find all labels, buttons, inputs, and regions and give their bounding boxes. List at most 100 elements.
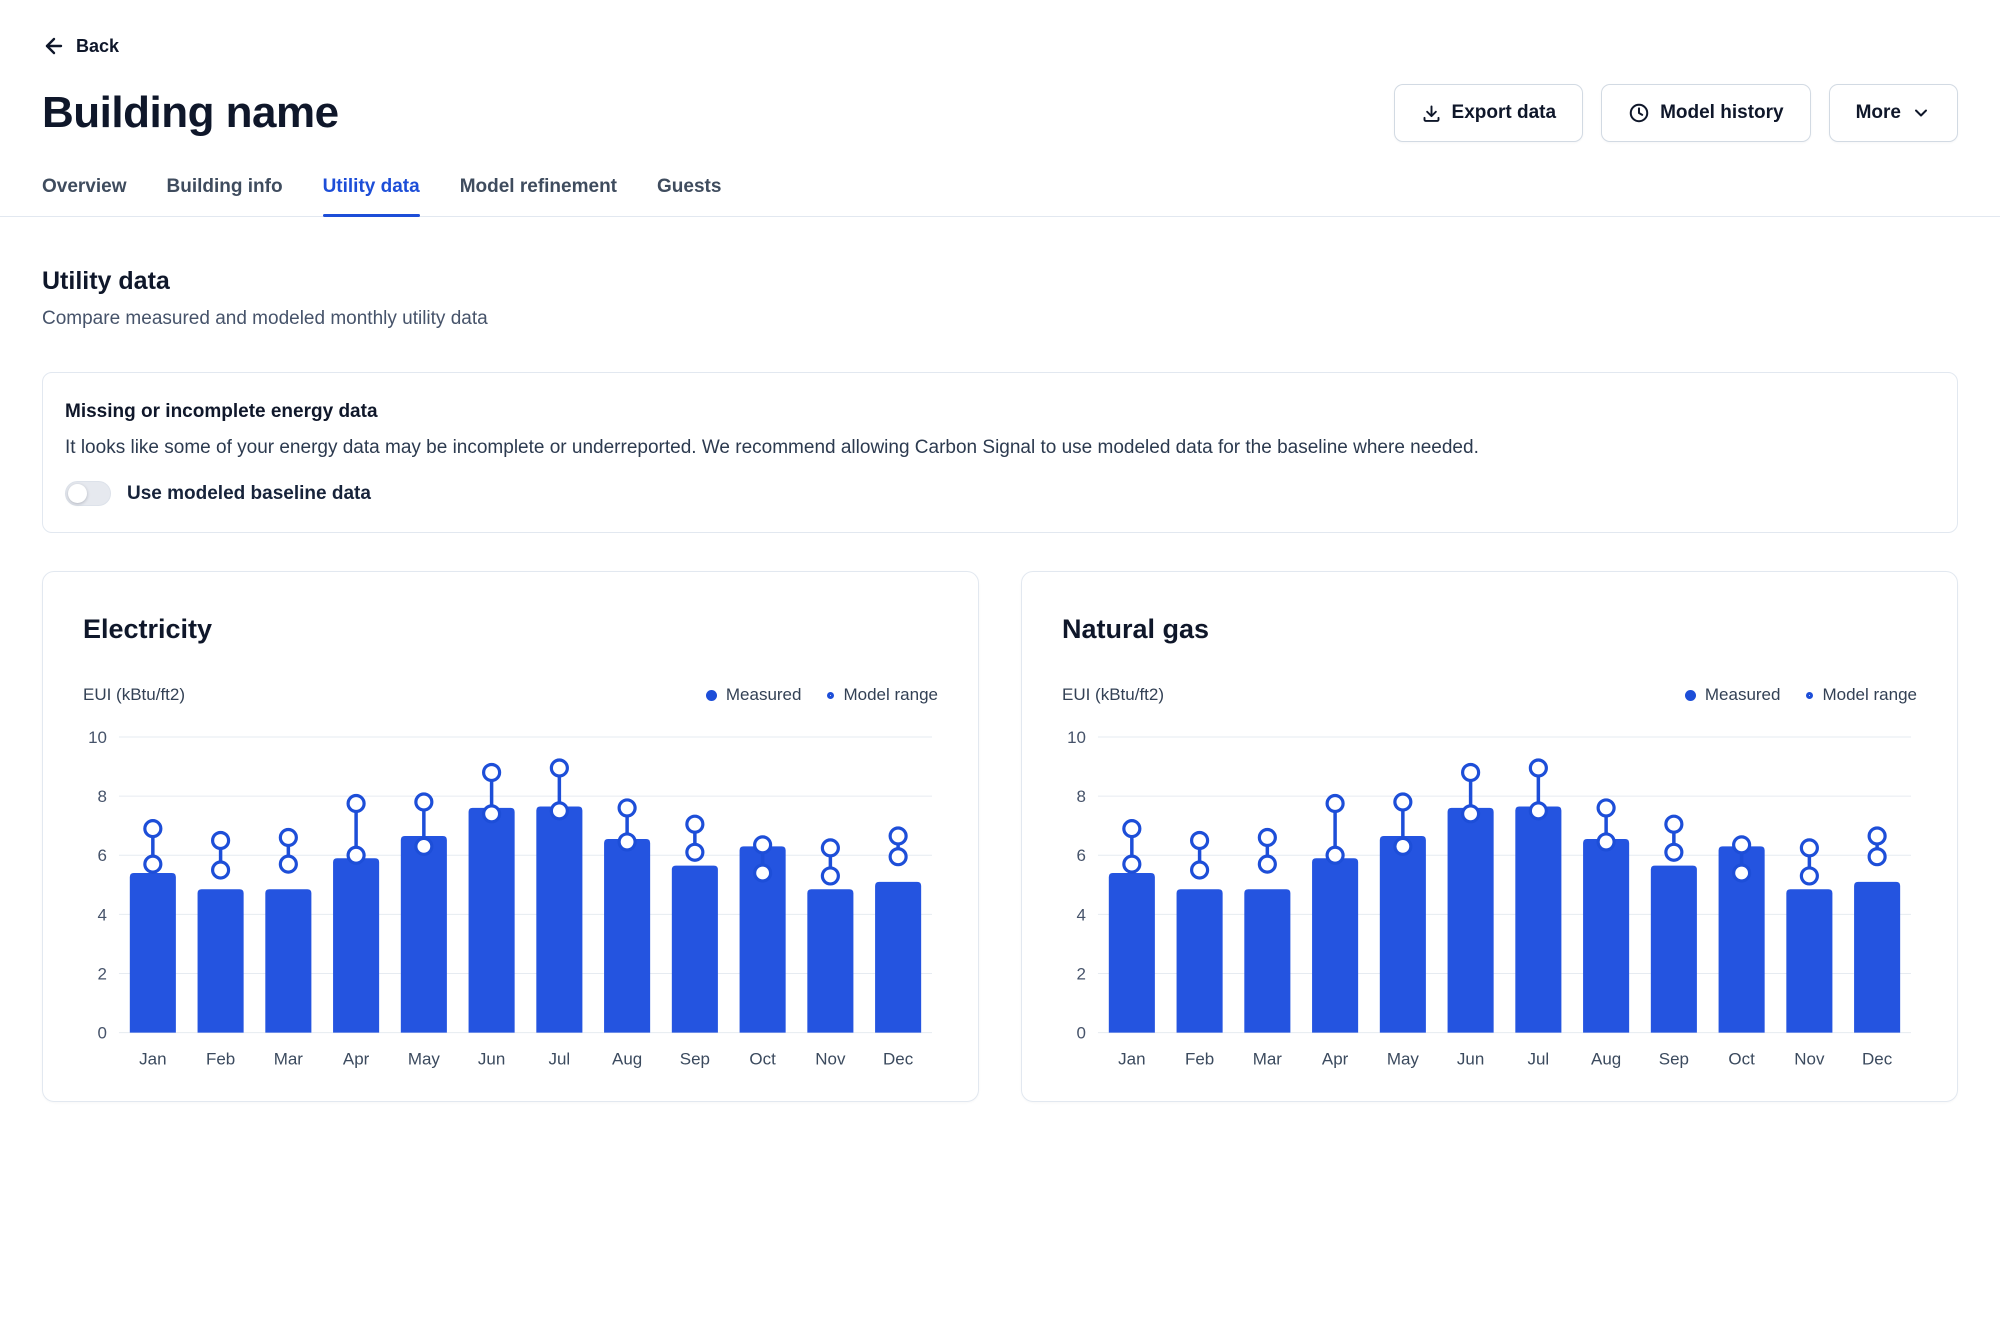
natural-gas-chart: 0246810JanFebMarAprMayJunJulAugSepOctNov… bbox=[1062, 719, 1917, 1075]
measured-dot-icon bbox=[706, 690, 717, 701]
range-low-marker bbox=[1869, 849, 1885, 865]
range-high-marker bbox=[1124, 821, 1140, 837]
bar-aug bbox=[604, 839, 650, 1033]
y-tick-label: 10 bbox=[1067, 728, 1086, 747]
range-low-marker bbox=[1463, 806, 1479, 822]
range-high-marker bbox=[145, 821, 161, 837]
tab-bar: Overview Building info Utility data Mode… bbox=[0, 176, 2000, 217]
tab-model-refinement[interactable]: Model refinement bbox=[460, 176, 617, 216]
range-high-marker bbox=[822, 840, 838, 856]
missing-data-alert: Missing or incomplete energy data It loo… bbox=[42, 372, 1958, 533]
x-tick-label: Sep bbox=[1659, 1050, 1689, 1069]
export-data-button[interactable]: Export data bbox=[1394, 84, 1584, 142]
range-high-marker bbox=[280, 830, 296, 846]
model-history-button[interactable]: Model history bbox=[1601, 84, 1811, 142]
model-range-dot-icon bbox=[1806, 692, 1813, 699]
x-tick-label: Jun bbox=[1457, 1050, 1484, 1069]
range-high-marker bbox=[1259, 830, 1275, 846]
range-high-marker bbox=[1530, 760, 1546, 776]
bar-jul bbox=[1515, 806, 1561, 1032]
y-tick-label: 4 bbox=[1077, 905, 1086, 924]
download-icon bbox=[1421, 103, 1442, 124]
bar-dec bbox=[1854, 882, 1900, 1033]
x-tick-label: Oct bbox=[749, 1050, 776, 1069]
toggle-label: Use modeled baseline data bbox=[127, 483, 371, 505]
range-low-marker bbox=[1734, 865, 1750, 881]
natural-gas-y-axis-label: EUI (kBtu/ft2) bbox=[1062, 685, 1164, 705]
more-button[interactable]: More bbox=[1829, 84, 1958, 142]
measured-dot-icon bbox=[1685, 690, 1696, 701]
legend-model-range: Model range bbox=[1806, 685, 1917, 705]
range-low-marker bbox=[687, 844, 703, 860]
range-high-marker bbox=[213, 832, 229, 848]
export-data-label: Export data bbox=[1452, 102, 1557, 124]
bar-dec bbox=[875, 882, 921, 1033]
bar-mar bbox=[1244, 889, 1290, 1032]
legend-measured: Measured bbox=[706, 685, 802, 705]
y-tick-label: 2 bbox=[98, 964, 107, 983]
back-label: Back bbox=[76, 36, 119, 57]
x-tick-label: Feb bbox=[1185, 1050, 1214, 1069]
range-low-marker bbox=[145, 856, 161, 872]
bar-may bbox=[1380, 836, 1426, 1033]
x-tick-label: Aug bbox=[612, 1050, 642, 1069]
range-high-marker bbox=[1801, 840, 1817, 856]
range-high-marker bbox=[1192, 832, 1208, 848]
model-history-label: Model history bbox=[1660, 102, 1784, 124]
range-high-marker bbox=[1869, 828, 1885, 844]
bar-jun bbox=[1448, 808, 1494, 1033]
legend-measured-label: Measured bbox=[726, 685, 802, 705]
x-tick-label: Apr bbox=[343, 1050, 370, 1069]
natural-gas-card: Natural gas EUI (kBtu/ft2) Measured Mode… bbox=[1021, 571, 1958, 1102]
range-low-marker bbox=[484, 806, 500, 822]
model-range-dot-icon bbox=[827, 692, 834, 699]
x-tick-label: Jul bbox=[549, 1050, 571, 1069]
x-tick-label: Jul bbox=[1528, 1050, 1550, 1069]
bar-jan bbox=[130, 873, 176, 1033]
x-tick-label: Mar bbox=[274, 1050, 304, 1069]
legend-model-range-label: Model range bbox=[1822, 685, 1917, 705]
bar-sep bbox=[672, 866, 718, 1033]
range-high-marker bbox=[687, 816, 703, 832]
y-tick-label: 6 bbox=[1077, 846, 1086, 865]
range-low-marker bbox=[1259, 856, 1275, 872]
natural-gas-legend: Measured Model range bbox=[1685, 685, 1917, 705]
bar-jul bbox=[536, 806, 582, 1032]
x-tick-label: Feb bbox=[206, 1050, 235, 1069]
range-high-marker bbox=[755, 837, 771, 853]
use-modeled-baseline-toggle[interactable] bbox=[65, 481, 111, 506]
bar-feb bbox=[198, 889, 244, 1032]
tab-overview[interactable]: Overview bbox=[42, 176, 127, 216]
legend-measured-label: Measured bbox=[1705, 685, 1781, 705]
more-label: More bbox=[1856, 102, 1901, 124]
range-high-marker bbox=[1666, 816, 1682, 832]
electricity-card: Electricity EUI (kBtu/ft2) Measured Mode… bbox=[42, 571, 979, 1102]
bar-apr bbox=[333, 858, 379, 1032]
x-tick-label: Sep bbox=[680, 1050, 710, 1069]
range-low-marker bbox=[213, 862, 229, 878]
arrow-left-icon bbox=[42, 34, 66, 58]
x-tick-label: Mar bbox=[1253, 1050, 1283, 1069]
section-subtitle: Compare measured and modeled monthly uti… bbox=[42, 308, 1958, 330]
legend-model-range: Model range bbox=[827, 685, 938, 705]
back-link[interactable]: Back bbox=[42, 0, 119, 58]
x-tick-label: Dec bbox=[1862, 1050, 1893, 1069]
x-tick-label: May bbox=[408, 1050, 441, 1069]
header-actions: Export data Model history More bbox=[1394, 84, 1958, 142]
bar-apr bbox=[1312, 858, 1358, 1032]
page-title: Building name bbox=[42, 88, 339, 138]
y-tick-label: 4 bbox=[98, 905, 107, 924]
range-low-marker bbox=[1666, 844, 1682, 860]
tab-building-info[interactable]: Building info bbox=[167, 176, 283, 216]
legend-measured: Measured bbox=[1685, 685, 1781, 705]
bar-jan bbox=[1109, 873, 1155, 1033]
range-high-marker bbox=[1734, 837, 1750, 853]
tab-guests[interactable]: Guests bbox=[657, 176, 721, 216]
tab-utility-data[interactable]: Utility data bbox=[323, 176, 420, 216]
range-low-marker bbox=[1124, 856, 1140, 872]
bar-nov bbox=[807, 889, 853, 1032]
y-tick-label: 8 bbox=[1077, 787, 1086, 806]
x-tick-label: Jan bbox=[1118, 1050, 1145, 1069]
y-tick-label: 0 bbox=[98, 1024, 107, 1043]
range-high-marker bbox=[1395, 794, 1411, 810]
